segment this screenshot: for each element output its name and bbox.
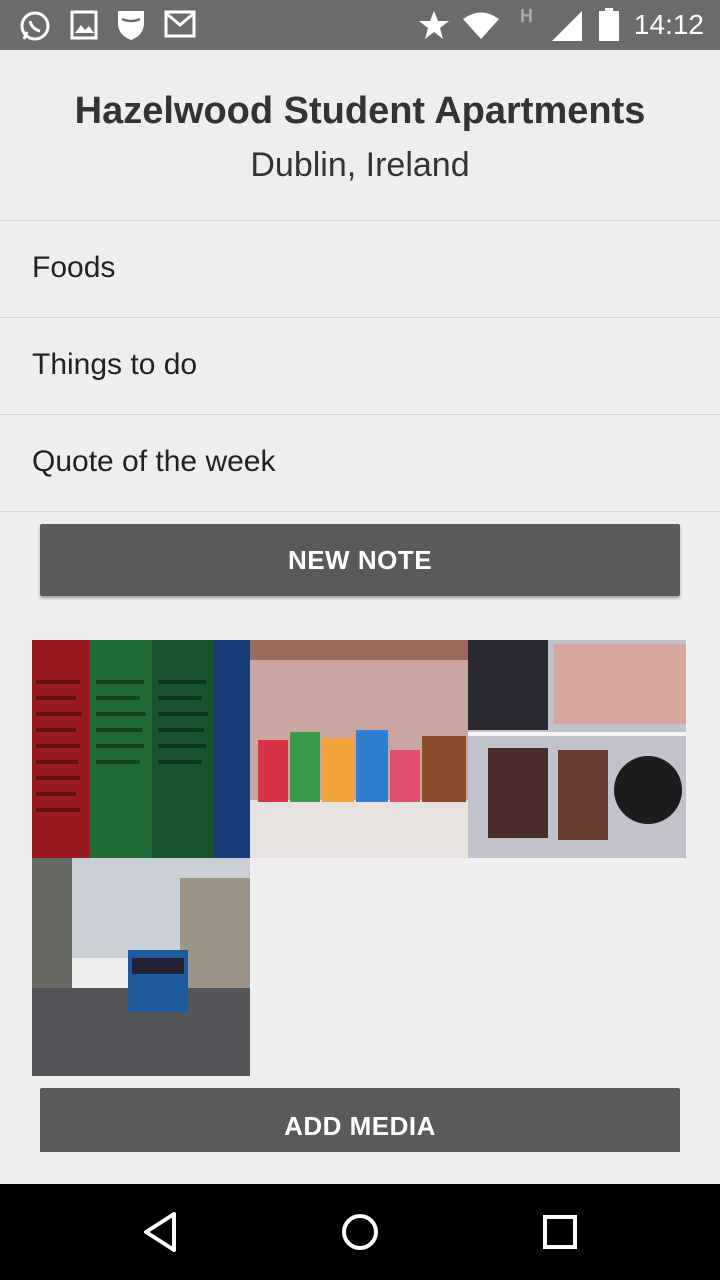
page-title: Hazelwood Student Apartments bbox=[74, 90, 646, 132]
gallery-icon bbox=[70, 10, 98, 40]
tea-boxes-photo[interactable] bbox=[250, 640, 468, 858]
hspa-icon: H bbox=[520, 6, 533, 26]
back-icon[interactable] bbox=[140, 1210, 180, 1254]
home-icon[interactable] bbox=[340, 1210, 380, 1254]
nav-bar bbox=[0, 1184, 720, 1280]
street-bus-photo[interactable] bbox=[32, 858, 250, 1076]
whatsapp-icon bbox=[20, 11, 50, 41]
add-media-button[interactable]: ADD MEDIA bbox=[40, 1088, 680, 1152]
battery-icon bbox=[599, 8, 619, 41]
list-item-label: Quote of the week bbox=[32, 445, 276, 478]
list-item-foods[interactable]: Foods bbox=[0, 220, 720, 317]
fridge-photo[interactable] bbox=[468, 640, 686, 858]
clock: 14:12 bbox=[633, 9, 704, 40]
recents-icon[interactable] bbox=[540, 1210, 580, 1254]
list-item-label: Things to do bbox=[32, 348, 198, 381]
apartment-list-photo[interactable] bbox=[32, 640, 250, 858]
star-icon bbox=[419, 11, 449, 39]
gmail-icon bbox=[164, 10, 196, 38]
list-item-label: Foods bbox=[32, 251, 116, 284]
status-bar: H 14:12 bbox=[0, 0, 720, 50]
shield-icon bbox=[118, 11, 144, 40]
location-header: Hazelwood Student Apartments Dublin, Ire… bbox=[0, 50, 720, 220]
page-subtitle: Dublin, Ireland bbox=[250, 146, 470, 184]
new-note-button[interactable]: NEW NOTE bbox=[40, 524, 680, 596]
wifi-icon bbox=[463, 12, 499, 39]
list-item-quote-of-the-week[interactable]: Quote of the week bbox=[0, 414, 720, 512]
signal-icon bbox=[552, 11, 582, 41]
list-item-things-to-do[interactable]: Things to do bbox=[0, 317, 720, 414]
